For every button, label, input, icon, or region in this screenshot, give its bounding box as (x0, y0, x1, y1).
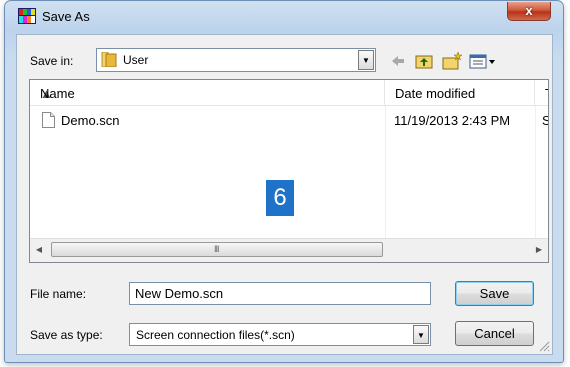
chevron-down-icon[interactable]: ▼ (413, 325, 429, 344)
up-folder-icon[interactable] (414, 52, 434, 70)
scroll-right-icon[interactable]: ▶ (532, 242, 546, 258)
dialog-body: Save in: User ▼ ▲ Name Date modified Dem… (16, 34, 553, 355)
column-header-label: Ty (545, 86, 548, 101)
horizontal-scrollbar[interactable]: ◀ III ▶ (30, 238, 548, 262)
window-title: Save As (42, 9, 90, 24)
column-header-date-modified[interactable]: Date modified (385, 80, 535, 105)
file-name-label: File name: (30, 287, 87, 301)
resize-grip-icon[interactable] (538, 340, 550, 352)
scroll-left-icon[interactable]: ◀ (32, 242, 46, 258)
column-header-label: Date modified (395, 86, 476, 101)
cancel-button[interactable]: Cancel (455, 321, 534, 346)
file-type-cell: SC (542, 113, 548, 128)
save-button[interactable]: Save (455, 281, 534, 306)
scrollbar-thumb[interactable]: III (51, 242, 383, 257)
save-in-dropdown[interactable]: User ▼ (96, 48, 376, 72)
save-as-dialog: Save As x Save in: User ▼ ▲ Name Date mo… (4, 0, 564, 363)
new-folder-icon[interactable] (441, 52, 463, 70)
scroll-grip: III (214, 244, 219, 254)
file-name-input[interactable] (129, 282, 431, 305)
save-in-label: Save in: (30, 54, 74, 68)
save-type-label: Save as type: (30, 328, 103, 342)
file-date-cell: 11/19/2013 2:43 PM (394, 113, 511, 128)
column-header-name[interactable]: ▲ Name (30, 80, 385, 105)
document-icon (42, 112, 55, 128)
folder-icon (101, 52, 117, 67)
title-bar[interactable]: Save As x (5, 1, 563, 33)
chevron-down-icon[interactable]: ▼ (358, 50, 374, 70)
column-divider (535, 106, 536, 239)
save-in-value: User (123, 53, 149, 67)
save-type-value: Screen connection files(*.scn) (136, 328, 295, 342)
column-header-type[interactable]: Ty (535, 80, 548, 105)
column-header-label: Name (40, 86, 75, 101)
file-name-cell: Demo.scn (61, 113, 120, 128)
column-divider (385, 106, 386, 239)
save-type-dropdown[interactable]: Screen connection files(*.scn) ▼ (129, 323, 431, 346)
file-list[interactable]: ▲ Name Date modified Ty Demo.scn 11/19/2… (29, 79, 549, 263)
views-menu-icon[interactable] (469, 52, 497, 70)
close-button[interactable]: x (507, 2, 551, 21)
step-number-badge: 6 (266, 180, 294, 216)
app-icon (18, 8, 36, 24)
back-arrow-icon[interactable] (389, 52, 407, 70)
header-divider (30, 105, 548, 106)
